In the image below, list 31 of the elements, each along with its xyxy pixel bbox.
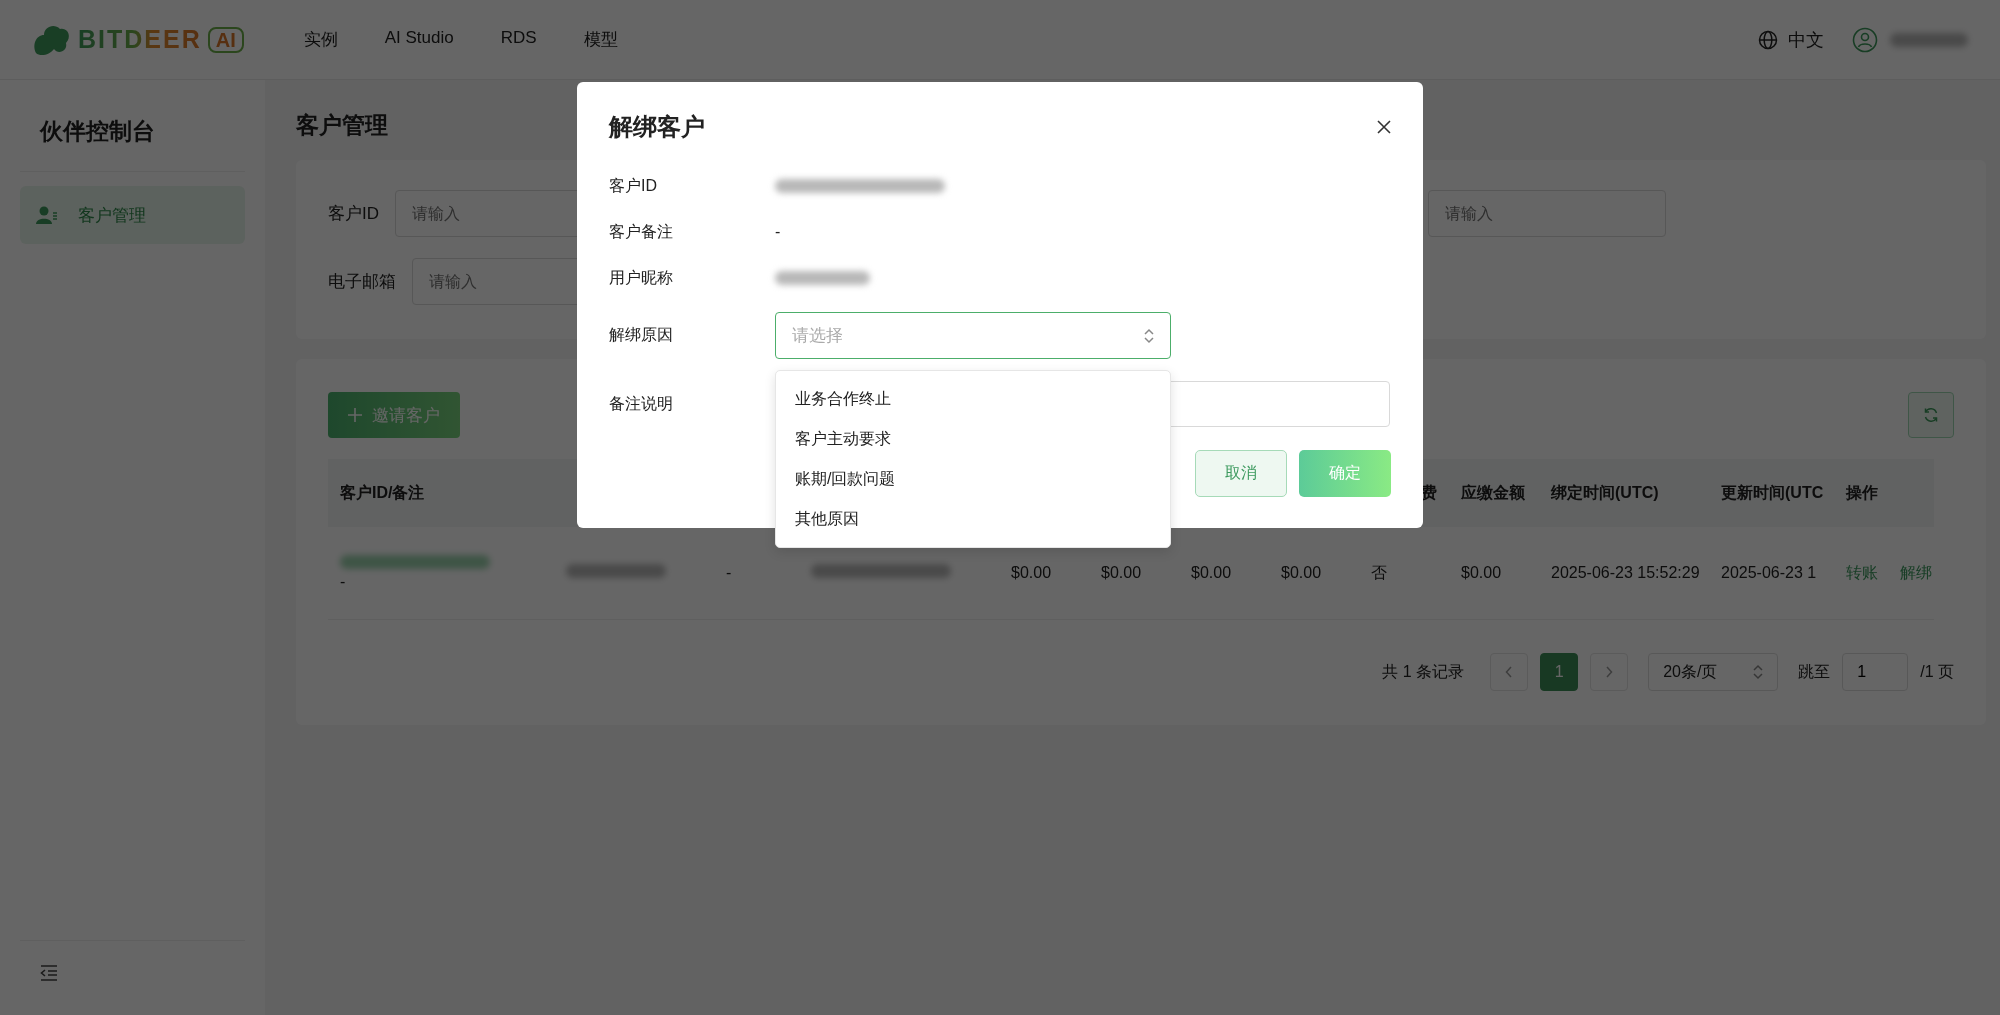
page-count: /1 页 — [1920, 661, 1954, 682]
table-cell: - — [726, 564, 732, 581]
filter-label: 客户ID — [328, 203, 379, 225]
table-cell: $0.00 — [1191, 564, 1232, 581]
filter-label: 电子邮箱 — [328, 271, 396, 293]
sidebar-title: 伙伴控制台 — [20, 80, 245, 172]
table-cell: $0.00 — [1281, 564, 1322, 581]
total-records: 共 1 条记录 — [1382, 661, 1465, 682]
table-cell: $0.00 — [1101, 564, 1142, 581]
logo-badge: AI — [207, 26, 244, 53]
column-header: 操作 — [1846, 483, 1878, 501]
table-cell: 2025-06-23 15:52:29 — [1551, 564, 1700, 581]
field-value: - — [775, 223, 781, 241]
select-placeholder: 请选择 — [792, 325, 843, 347]
page-title: 客户管理 — [296, 111, 388, 140]
page-size-value: 20条/页 — [1663, 661, 1718, 682]
table-cell: $0.00 — [1461, 564, 1502, 581]
field-label: 备注说明 — [609, 393, 674, 414]
table-cell: 2025-06-23 1 — [1721, 564, 1817, 581]
column-header: 费 — [1421, 483, 1437, 501]
column-header: 客户ID/备注 — [340, 483, 425, 501]
table-cell: 否 — [1371, 563, 1387, 581]
field-label: 解绑原因 — [609, 325, 674, 345]
column-header: 更新时间(UTC — [1721, 483, 1824, 501]
note-text: - — [340, 573, 347, 591]
column-header: 应缴金额 — [1461, 483, 1525, 501]
table-cell: $0.00 — [1011, 564, 1052, 581]
jump-label: 跳至 — [1798, 661, 1831, 682]
field-label: 用户昵称 — [609, 267, 674, 288]
column-header: 绑定时间(UTC) — [1551, 483, 1659, 501]
dialog-title: 解绑客户 — [609, 112, 705, 142]
